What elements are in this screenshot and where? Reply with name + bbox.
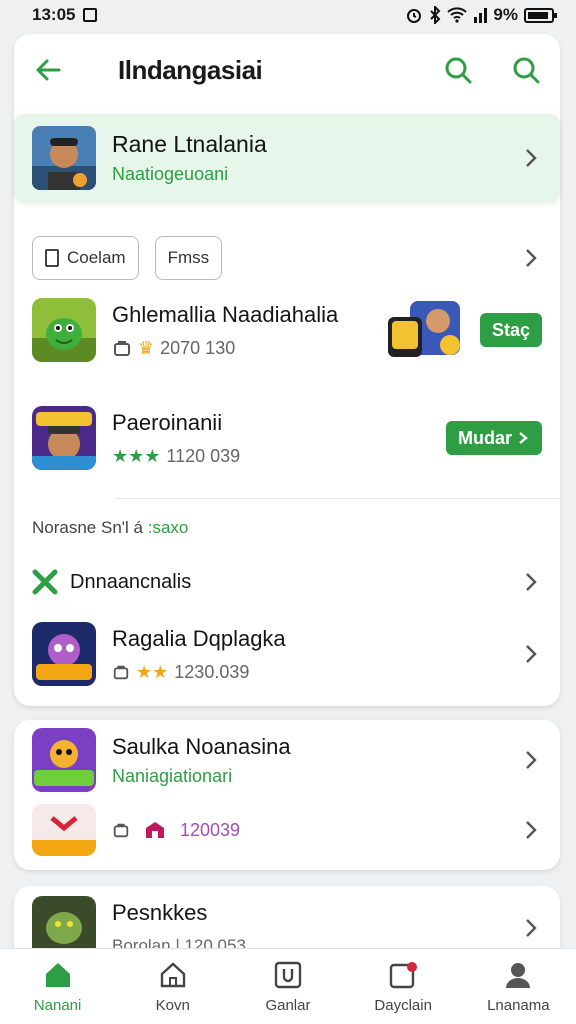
search-icon[interactable] (508, 52, 544, 88)
app-title: Paeroinanii (112, 409, 223, 435)
nav-label: Kovn (155, 997, 190, 1014)
app-title: Pesnkkes (112, 900, 208, 925)
game-art-icon (387, 299, 462, 361)
divider (116, 498, 560, 499)
status-bar: 13:05 9% (0, 0, 576, 30)
chevron-right-icon (520, 819, 542, 841)
avatar (32, 126, 96, 190)
bottom-navigation: Nanani Kovn Ganlar Dayclain Lnanama (0, 948, 576, 1024)
app-subtitle: Naniagiationari (112, 765, 233, 786)
nav-kovn[interactable]: Kovn (123, 959, 223, 1014)
nav-label: Ganlar (265, 997, 311, 1014)
section-label: Norasne Sn'l á (32, 518, 143, 537)
nav-label: Lnanama (487, 997, 550, 1014)
secondary-card: Saulka Noanasina Naniagiationari 120039 (14, 720, 560, 870)
list-item[interactable]: 120039 (32, 804, 542, 856)
app-icon (32, 406, 96, 470)
app-header: Ilndangasiai (14, 34, 560, 106)
chevron-right-icon (520, 571, 542, 593)
chevron-right-icon[interactable] (520, 247, 542, 269)
star-icon: ★★★ (112, 445, 161, 466)
featured-item[interactable]: Rane Ltnalania Naatiogeuoani (14, 114, 560, 202)
app-icon (32, 298, 96, 362)
chevron-right-icon (520, 917, 542, 939)
puzzle-icon (32, 569, 58, 595)
main-content-card: Rane Ltnalania Naatiogeuoani Coelam Fmss (14, 106, 560, 706)
bag-icon (114, 341, 130, 356)
install-button-label: Mudar (458, 427, 512, 448)
box-icon (272, 959, 304, 991)
app-icon (32, 622, 96, 686)
chevron-right-icon (520, 749, 542, 771)
app-title: Ragalia Dqplagka (112, 625, 286, 651)
status-time: 13:05 (32, 5, 76, 24)
app-icon (32, 728, 96, 792)
featured-title: Rane Ltnalania (112, 131, 267, 157)
person-icon (502, 959, 534, 991)
app-meta: 1120 039 (166, 445, 241, 466)
screenshot-icon (83, 8, 98, 22)
chip-label: Fmss (167, 248, 210, 267)
chip-fmss[interactable]: Fmss (154, 236, 223, 280)
list-item[interactable]: Ragalia Dqplagka ★★ 1230.039 (32, 622, 542, 686)
back-arrow-icon[interactable] (30, 52, 66, 88)
home-outline-icon (157, 959, 189, 991)
list-item[interactable]: Ghlemallia Naadiahalia ♛ 2070 130 Staç (32, 298, 542, 362)
app-icon (32, 804, 96, 856)
search-icon[interactable] (440, 52, 476, 88)
document-icon (45, 249, 59, 267)
featured-subtitle: Naatiogeuoani (112, 164, 229, 184)
install-button[interactable]: Mudar (446, 421, 542, 455)
notification-icon (387, 959, 419, 991)
battery-text: 9% (493, 5, 518, 24)
filter-chips: Coelam Fmss (32, 236, 542, 280)
nav-profile[interactable]: Lnanama (468, 959, 568, 1014)
chevron-right-icon (520, 643, 542, 665)
bluetooth-icon (430, 6, 441, 24)
signal-icon (474, 8, 488, 23)
app-title: Ghlemallia Naadiahalia (112, 301, 339, 327)
star-icon: ♛ (138, 337, 155, 358)
list-item[interactable]: Paeroinanii ★★★ 1120 039 Mudar (32, 406, 542, 470)
battery-icon (524, 7, 557, 23)
app-meta: 120039 (180, 819, 241, 840)
page-title: Ilndangasiai (118, 54, 263, 85)
section-header: Norasne Sn'l á :saxo (32, 518, 188, 538)
chevron-right-icon (519, 432, 528, 444)
bag-icon (113, 665, 129, 680)
star-icon: ★★ (136, 661, 169, 682)
nav-label: Nanani (33, 997, 82, 1014)
chip-coelam[interactable]: Coelam (32, 236, 139, 280)
alarm-icon (407, 9, 422, 23)
nav-dayclain[interactable]: Dayclain (353, 959, 453, 1014)
nav-home[interactable]: Nanani (8, 959, 108, 1014)
list-item[interactable]: Dnnaancnalis (32, 564, 542, 600)
app-title: Saulka Noanasina (112, 733, 291, 759)
bag-icon (113, 823, 129, 838)
nav-ganlar[interactable]: Ganlar (238, 959, 338, 1014)
list-item[interactable]: Saulka Noanasina Naniagiationari (32, 728, 542, 792)
wifi-icon (447, 7, 468, 23)
install-button[interactable]: Staç (479, 313, 542, 347)
list-title: Dnnaancnalis (70, 570, 192, 593)
nav-label: Dayclain (374, 997, 432, 1014)
chip-label: Coelam (67, 248, 126, 267)
home-icon (42, 959, 74, 991)
chevron-right-icon (520, 147, 542, 169)
app-meta: 2070 130 (160, 337, 236, 358)
section-label-green: :saxo (147, 518, 189, 537)
app-meta: 1230.039 (174, 661, 250, 682)
shop-icon (146, 822, 164, 838)
